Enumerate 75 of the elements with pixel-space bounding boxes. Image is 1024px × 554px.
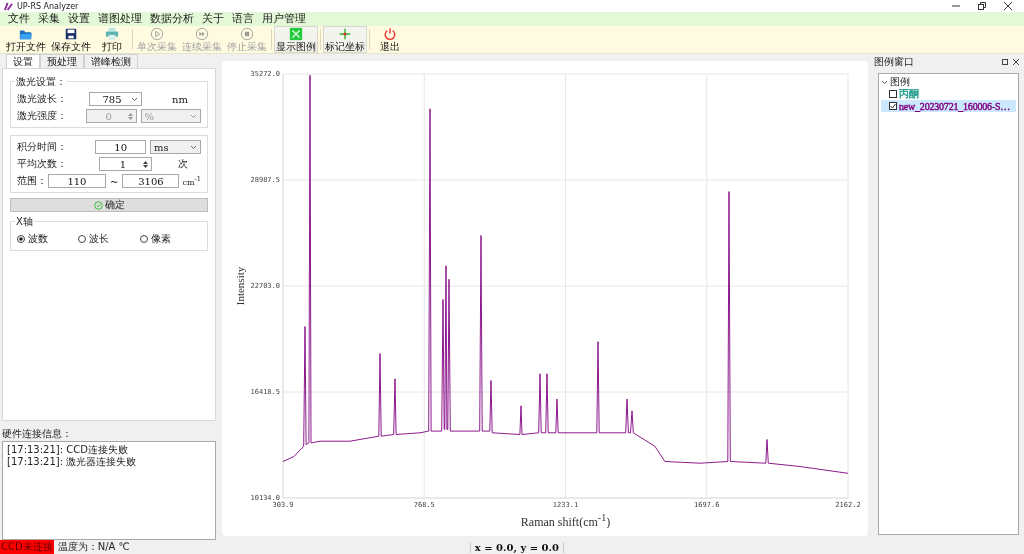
menu-item[interactable]: 关于 (198, 12, 228, 26)
x-axis-title: Raman shift(cm$^{-1}$) (520, 515, 611, 528)
toolbar-button[interactable]: 退出 (372, 26, 408, 53)
legend-tree-item[interactable]: new_20230721_160006-S… (881, 100, 1016, 112)
dropdown-caret-icon (190, 113, 197, 119)
field-label: 激光波长： (17, 92, 68, 106)
checkbox[interactable] (889, 102, 897, 110)
group-title: 激光设置： (15, 75, 67, 89)
section-label: 硬件连接信息： (2, 427, 73, 441)
legend-icon (289, 27, 303, 41)
menu-item[interactable]: 采集 (34, 12, 64, 26)
window-title: UP-RS Analyzer (17, 1, 79, 11)
unit-label: 次 (178, 157, 188, 171)
panel-title: 图例窗口 (874, 55, 914, 69)
printer-icon (105, 27, 119, 41)
menu-item[interactable]: 语言 (228, 12, 258, 26)
tab[interactable]: 谱峰检测 (84, 54, 138, 68)
tree-label: 图例 (890, 75, 910, 89)
toolbar-button[interactable]: 显示图例 (274, 26, 318, 53)
restore-icon[interactable] (978, 2, 986, 10)
play-icon (150, 27, 164, 41)
close-icon[interactable] (1004, 2, 1012, 10)
average-spinbox[interactable]: 1 (99, 157, 152, 171)
minimize-icon[interactable] (952, 2, 960, 10)
tab[interactable]: 预处理 (40, 54, 84, 68)
field-label: 范围： (17, 174, 48, 188)
spin-arrows-icon (127, 111, 133, 121)
group-title: X轴 (15, 215, 34, 229)
toolbar-button[interactable]: 保存文件 (49, 26, 93, 53)
toolbar-button[interactable]: 打开文件 (4, 26, 48, 53)
ccd-status: CCD未连接 (0, 540, 54, 554)
tab[interactable]: 设置 (6, 54, 40, 68)
stop-icon (240, 27, 254, 41)
checkbox[interactable] (889, 90, 897, 98)
legend-tree-item[interactable]: 丙酮 (881, 88, 1016, 100)
power-icon (383, 27, 397, 41)
range-to-input[interactable]: 3106 (122, 174, 180, 188)
confirm-button[interactable]: 确定 (10, 198, 208, 212)
menu-item[interactable]: 用户管理 (258, 12, 310, 26)
check-circle-icon (93, 200, 103, 210)
menu-item[interactable]: 设置 (64, 12, 94, 26)
menu-item[interactable]: 谱图处理 (94, 12, 146, 26)
range-separator: ~ (109, 175, 119, 187)
spin-arrows-icon (143, 159, 148, 169)
temperature-status: 温度为：N/A ℃ (57, 540, 130, 554)
y-axis-title: Intensity (234, 266, 246, 306)
cursor-coordinates: x = 0.0, y = 0.0 (469, 541, 564, 553)
unit-label: cm$^{-1}$ (182, 175, 201, 187)
radio-option[interactable]: 像素 (139, 232, 201, 246)
save-icon (64, 27, 78, 41)
app-logo-icon (4, 1, 13, 11)
wavelength-select[interactable]: 785 (89, 92, 142, 106)
tree-label: 丙酮 (899, 87, 919, 101)
field-label: 平均次数： (17, 157, 68, 171)
field-label: 激光强度： (17, 109, 68, 123)
log-line: [17:13:21]: CCD连接失败 (7, 444, 129, 456)
field-label: 积分时间： (17, 140, 68, 154)
unit-label: nm (172, 93, 188, 105)
float-icon[interactable] (1002, 59, 1008, 65)
log-line: [17:13:21]: 激光器连接失败 (7, 456, 138, 468)
dropdown-caret-icon (190, 144, 197, 150)
dropdown-caret-icon (131, 96, 138, 102)
toolbar-button[interactable]: 标记坐标 (323, 26, 367, 53)
radio-option[interactable]: 波数 (17, 232, 79, 246)
radio-option[interactable]: 波长 (78, 232, 140, 246)
menu-item[interactable]: 文件 (4, 12, 34, 26)
menu-item[interactable]: 数据分析 (146, 12, 198, 26)
range-from-input[interactable]: 110 (47, 174, 106, 188)
unit-select[interactable]: ms (150, 140, 201, 154)
crosshair-icon (338, 27, 352, 41)
close-icon[interactable] (1013, 59, 1019, 65)
tree-label: new_20230721_160006-S… (899, 100, 1011, 112)
toolbar-button[interactable]: 打印 (94, 26, 130, 53)
fast-forward-icon (195, 27, 209, 41)
integration-input[interactable]: 10 (95, 140, 147, 154)
